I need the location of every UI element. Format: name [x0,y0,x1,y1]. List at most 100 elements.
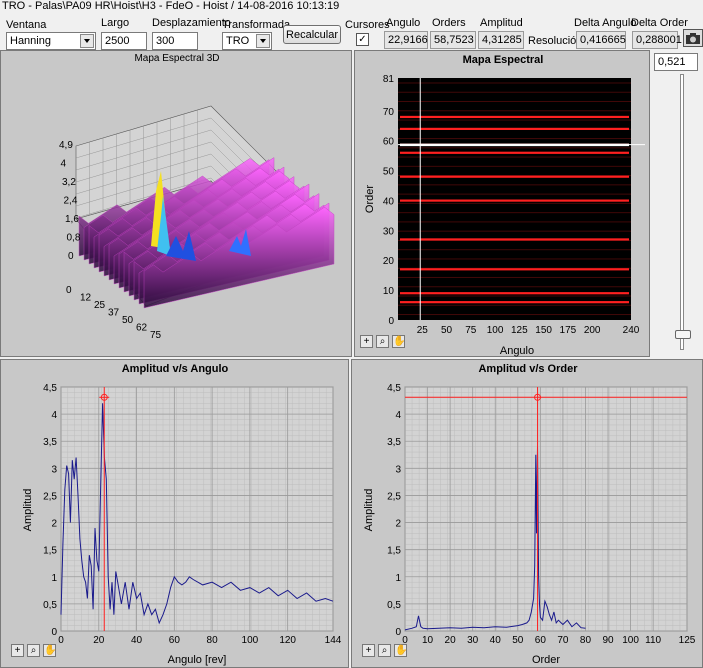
heatmap-order-line [400,151,629,154]
y-tick-label: 1,5 [43,546,57,557]
transformada-select[interactable]: TRO [222,32,272,50]
x-tick-label: 110 [645,635,661,646]
map3d-panel: Mapa Espectral 3D 4,9 4 3,2 2,4 1,6 0,8 0 0 12 2… [0,50,352,357]
heatmap-texture-line [398,202,631,204]
amp-order-xlabel: Order [532,654,560,666]
x-tick-label: 100 [242,635,259,646]
heatmap-xlabel: Angulo [500,345,534,357]
spectral-map-chart: Mapa Espectral 0 10 20 30 40 50 60 70 81 25 50 75 1… [364,54,645,357]
plus-icon[interactable]: + [11,644,24,657]
cursores-checkbox[interactable]: ✓ [356,33,369,46]
recalcular-button[interactable]: Recalcular [283,25,341,44]
y-tick-label: 0 [395,627,401,638]
hand-icon[interactable]: ✋ [43,644,56,657]
y-tick-label: 0,5 [43,600,57,611]
slider-value[interactable]: 0,521 [654,53,698,71]
heatmap-order-line [400,301,629,304]
heatmap-texture-line [398,138,631,140]
heatmap-ylabel: Order [364,185,376,213]
heatmap-texture-line [398,286,631,288]
heatmap-texture-line [398,276,631,278]
slider-track[interactable] [680,74,684,350]
zoom-icon[interactable]: ⌕ [378,644,391,657]
largo-input[interactable]: 2500 [101,32,147,50]
map3d-z-tick: 3,2 [62,177,76,188]
hand-icon[interactable]: ✋ [392,335,405,348]
amplitud-value: 4,31285 [478,31,524,49]
heatmap-x-tick: 175 [560,325,577,336]
map3d-z-tick: 4 [61,159,67,170]
ventana-label: Ventana [6,19,47,31]
resolucion-label: Resolución [528,35,583,47]
heatmap-texture-line [398,295,631,297]
map3d-z-tick: 2,4 [64,196,78,207]
y-tick-label: 3,5 [43,437,57,448]
x-tick-label: 100 [622,635,639,646]
camera-icon[interactable] [683,29,703,47]
heatmap-texture-line [398,221,631,223]
x-tick-label: 40 [490,635,502,646]
orders-value: 58,7523 [430,31,476,49]
heatmap-y-tick: 30 [383,226,395,237]
x-tick-label: 60 [169,635,181,646]
zoom-icon[interactable]: ⌕ [376,335,389,348]
delta-order-label: Delta Order [631,17,688,29]
amp-order-chart: Amplitud v/s Order 00,511,522,533,544,5 … [363,363,696,666]
heatmap-x-tick: 200 [584,325,601,336]
x-tick-label: 144 [325,635,342,646]
cursores-label: Cursores [345,19,390,31]
y-tick-label: 2 [395,519,401,530]
x-tick-label: 80 [580,635,592,646]
angulo-label: Angulo [386,17,421,29]
heatmap-x-tick: 150 [535,325,552,336]
chevron-down-icon[interactable] [80,34,94,48]
x-tick-label: 50 [512,635,524,646]
y-tick-label: 3,5 [387,437,401,448]
heatmap-texture-line [398,91,631,93]
delta-order-value: 0,288001 [632,31,682,49]
plus-icon[interactable]: + [360,335,373,348]
x-tick-label: 40 [131,635,143,646]
map3d-order-tick: 12 [80,293,92,304]
heatmap-y-tick: 0 [388,316,394,327]
y-tick-label: 4 [395,410,401,421]
heatmap-texture-line [398,156,631,158]
heatmap-x-tick: 25 [417,325,429,336]
heatmap-title: Mapa Espectral [463,54,544,66]
plus-icon[interactable]: + [362,644,375,657]
heatmap-y-tick: 70 [383,107,395,118]
x-tick-label: 0 [58,635,64,646]
map3d-order-tick: 37 [108,308,120,319]
zoom-icon[interactable]: ⌕ [27,644,40,657]
slider-thumb[interactable] [675,329,691,339]
heatmap-texture-line [398,165,631,167]
x-tick-label: 30 [467,635,479,646]
heatmap-x-tick: 50 [441,325,453,336]
x-tick-label: 70 [557,635,569,646]
y-tick-label: 1 [395,573,401,584]
amp-order-title: Amplitud v/s Order [478,363,578,375]
map3d-z-tick: 0,8 [67,233,81,244]
heatmap-y-tick: 60 [383,137,395,148]
desplazamiento-input[interactable]: 300 [152,32,198,50]
heatmap-texture-line [398,82,631,84]
heatmap-order-line [400,199,629,202]
hand-icon[interactable]: ✋ [394,644,407,657]
largo-label: Largo [101,17,130,29]
y-tick-label: 1 [51,573,57,584]
map3d-order-tick: 25 [94,300,106,311]
angulo-value: 22,9166 [384,31,428,49]
amp-angulo-panel: Amplitud v/s Angulo 0 0,5 1 1,5 2 2,5 3 3,5 4 4,5… [0,359,349,668]
heatmap-texture-line [398,304,631,306]
x-tick-label: 90 [602,635,614,646]
chevron-down-icon[interactable] [256,34,270,48]
heatmap-x-tick: 75 [465,325,477,336]
heatmap-plot-area [398,78,631,320]
heatmap-texture-line [398,101,631,103]
amp-order-ylabel: Amplitud [363,489,375,532]
y-tick-label: 3 [395,464,401,475]
heatmap-order-line [400,268,629,271]
delta-angulo-label: Delta Angulo [574,17,637,29]
spectral-map-panel: Mapa Espectral 0 10 20 30 40 50 60 70 81 25 50 75 1… [354,50,650,357]
ventana-select[interactable]: Hanning [6,32,96,50]
